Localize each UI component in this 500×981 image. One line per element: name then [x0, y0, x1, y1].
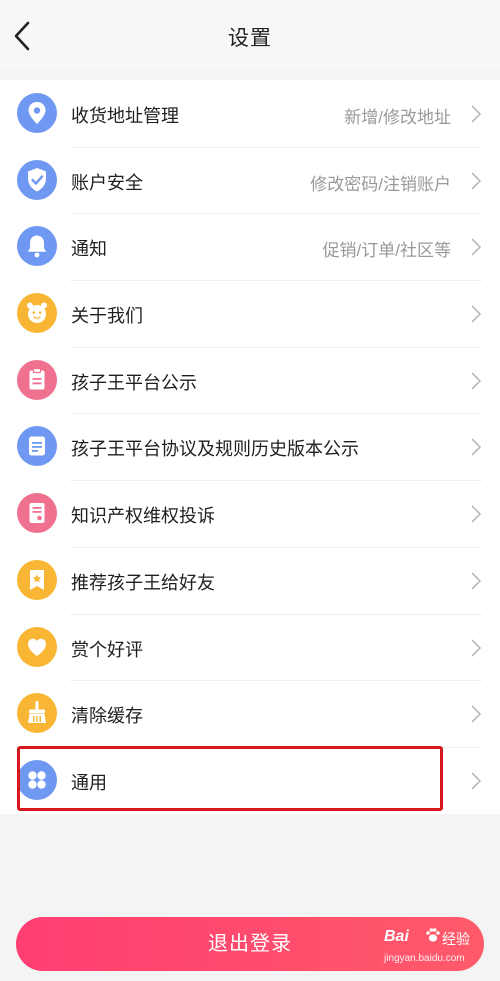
top-navigation-bar: 设置	[0, 0, 500, 70]
settings-item-label: 通知	[71, 239, 107, 260]
settings-item-about-us[interactable]: 关于我们	[0, 280, 500, 347]
chevron-right-icon	[471, 172, 482, 190]
chevron-right-icon	[471, 505, 482, 523]
settings-item-rate-us[interactable]: 赏个好评	[0, 613, 500, 681]
settings-item-agreement-history[interactable]: 孩子王平台协议及规则历史版本公示	[0, 413, 500, 480]
chevron-right-icon	[471, 238, 482, 256]
mascot-face-icon	[17, 293, 57, 334]
settings-item-address[interactable]: 收货地址管理 新增/修改地址	[0, 80, 500, 147]
settings-item-label: 孩子王平台协议及规则历史版本公示	[71, 439, 359, 460]
heart-icon	[17, 626, 57, 667]
broom-icon	[17, 693, 57, 734]
chevron-right-icon	[471, 572, 482, 590]
location-pin-icon	[17, 93, 57, 133]
settings-item-label: 通用	[71, 772, 107, 793]
chevron-right-icon	[471, 372, 482, 390]
settings-item-label: 推荐孩子王给好友	[71, 572, 215, 593]
report-icon	[17, 493, 57, 534]
settings-item-label: 清除缓存	[71, 706, 143, 727]
logout-button[interactable]: 退出登录	[16, 917, 484, 971]
settings-item-account-security[interactable]: 账户安全 修改密码/注销账户	[0, 146, 500, 214]
document-icon	[17, 426, 57, 467]
shield-check-icon	[17, 159, 57, 200]
settings-item-recommend-friends[interactable]: 推荐孩子王给好友	[0, 546, 500, 614]
badge-icon	[17, 559, 57, 600]
clipboard-icon	[17, 359, 57, 400]
chevron-right-icon	[471, 105, 482, 123]
settings-item-ip-complaint[interactable]: 知识产权维权投诉	[0, 480, 500, 547]
bell-icon	[17, 226, 57, 267]
chevron-right-icon	[471, 772, 482, 790]
settings-list: 收货地址管理 新增/修改地址 账户安全 修改密码/注销账户 通知 促销/订单/社…	[0, 80, 500, 814]
chevron-right-icon	[471, 638, 482, 657]
settings-item-notifications[interactable]: 通知 促销/订单/社区等	[0, 213, 500, 280]
settings-item-label: 账户安全	[71, 172, 143, 193]
settings-item-general[interactable]: 通用	[0, 746, 500, 814]
page-title: 设置	[228, 27, 272, 50]
settings-item-label: 收货地址管理	[71, 106, 179, 126]
settings-item-label: 关于我们	[71, 306, 143, 327]
settings-item-label: 孩子王平台公示	[71, 372, 197, 393]
chevron-right-icon	[471, 305, 482, 323]
chevron-right-icon	[471, 438, 482, 457]
settings-item-label: 赏个好评	[71, 639, 143, 660]
settings-item-hint: 促销/订单/社区等	[322, 241, 451, 261]
chevron-right-icon	[471, 705, 482, 723]
grid-icon	[17, 759, 57, 800]
settings-item-label: 知识产权维权投诉	[71, 506, 215, 527]
settings-item-hint: 新增/修改地址	[344, 108, 451, 127]
settings-item-clear-cache[interactable]: 清除缓存	[0, 680, 500, 747]
settings-item-platform-notice[interactable]: 孩子王平台公示	[0, 346, 500, 414]
settings-item-hint: 修改密码/注销账户	[310, 174, 451, 194]
